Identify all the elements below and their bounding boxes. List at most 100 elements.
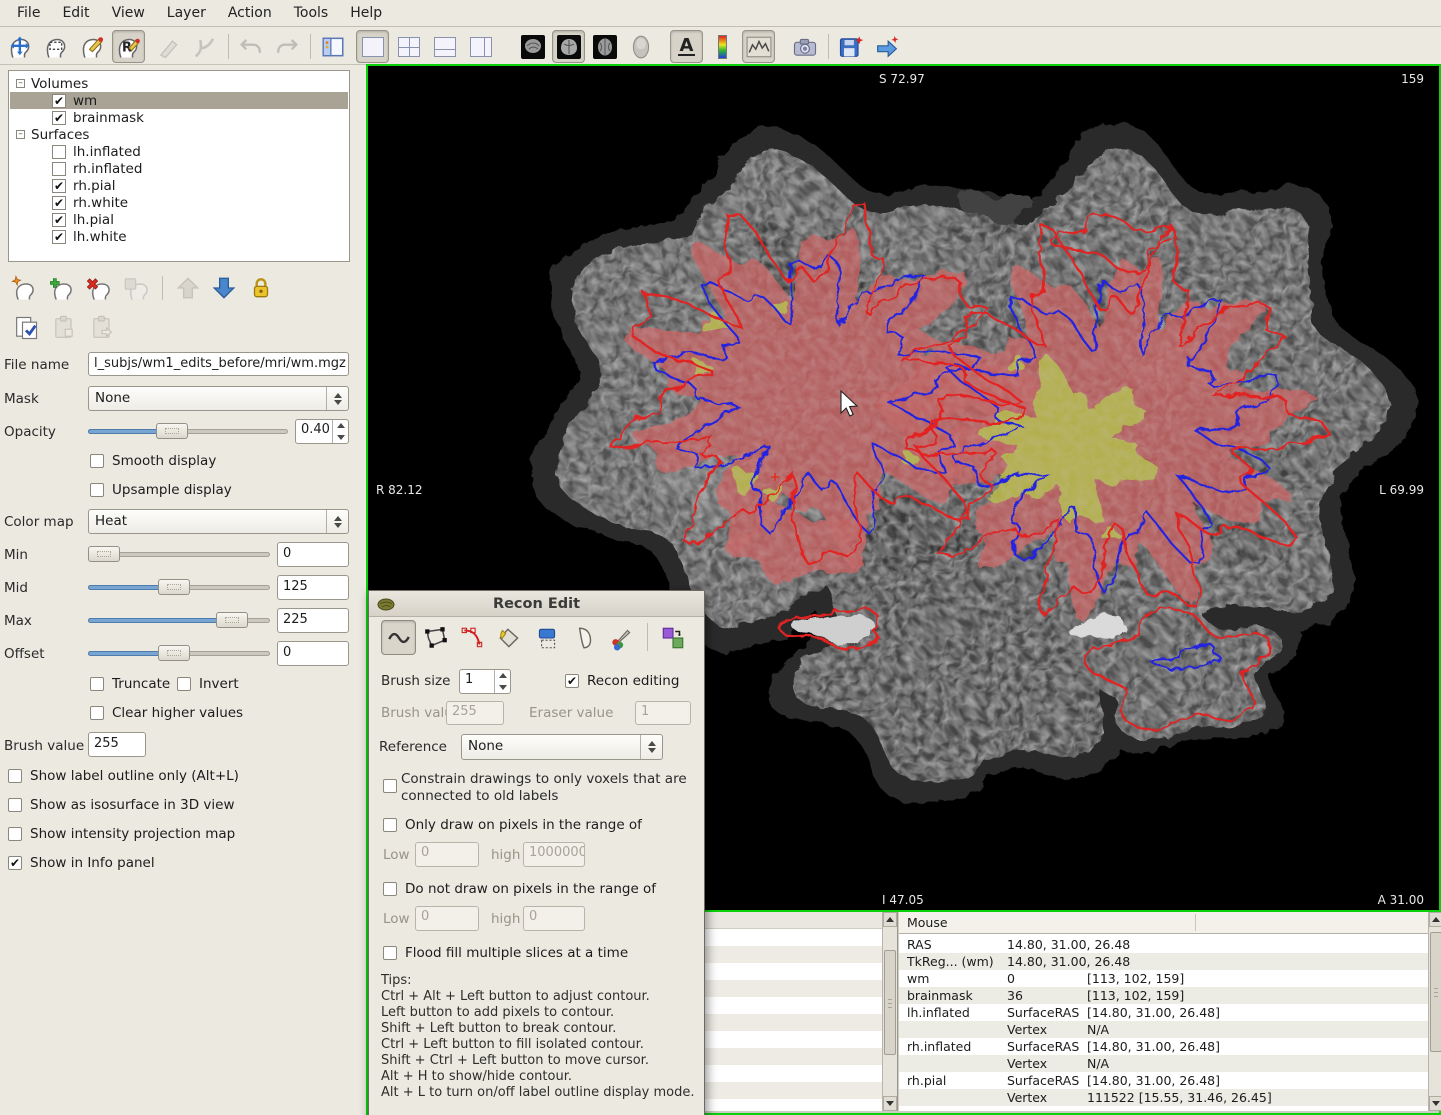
screenshot-button[interactable] — [788, 30, 821, 63]
offset-slider[interactable] — [88, 642, 270, 664]
view-sagittal-button[interactable] — [516, 30, 549, 63]
only-draw-range-checkbox[interactable]: Only draw on pixels in the range of — [383, 817, 642, 833]
info-scrollbar[interactable] — [1428, 912, 1441, 1111]
move-layer-up-button[interactable] — [170, 272, 205, 303]
freehand-contour-tool[interactable] — [381, 620, 416, 655]
scroll-up-icon[interactable] — [1429, 912, 1441, 927]
paste-voxels-alt-button[interactable] — [84, 312, 119, 343]
tool-path-button[interactable] — [188, 30, 221, 63]
checkbox[interactable]: ✔ — [52, 196, 66, 210]
undo-button[interactable] — [234, 30, 267, 63]
flood-fill-checkbox[interactable]: Flood fill multiple slices at a time — [383, 945, 628, 961]
tool-marquee-button[interactable] — [40, 30, 73, 63]
layout-2x2-button[interactable] — [392, 30, 425, 63]
invert-checkbox[interactable]: Invert — [177, 676, 239, 692]
menu-item-help[interactable]: Help — [339, 1, 393, 25]
scroll-down-icon[interactable] — [1429, 1096, 1441, 1111]
checkbox[interactable] — [52, 145, 66, 159]
swap-values-tool[interactable] — [655, 620, 690, 655]
opacity-spinbox[interactable]: 0.40 — [295, 419, 349, 444]
scroll-thumb[interactable] — [1430, 932, 1441, 1052]
lock-layer-button[interactable] — [243, 272, 278, 303]
goto-point-button[interactable] — [870, 30, 903, 63]
expander-icon[interactable]: – — [16, 130, 25, 139]
max-slider[interactable] — [88, 609, 270, 631]
brush-value-input[interactable]: 255 — [88, 732, 146, 757]
checkbox[interactable]: ✔ — [52, 230, 66, 244]
min-input[interactable]: 0 — [277, 542, 349, 567]
menu-item-edit[interactable]: Edit — [51, 1, 100, 25]
min-slider[interactable] — [88, 543, 270, 565]
toggle-sidebar-button[interactable] — [316, 30, 349, 63]
slider-handle[interactable] — [158, 645, 190, 661]
tree-item-rh-inflated[interactable]: rh.inflated — [10, 160, 348, 177]
paste-voxels-button[interactable] — [46, 312, 81, 343]
tree-item-rh-pial[interactable]: ✔ rh.pial — [10, 177, 348, 194]
bezier-tool[interactable] — [455, 620, 490, 655]
reference-select[interactable]: None — [461, 734, 663, 760]
tool-line-button[interactable] — [152, 30, 185, 63]
scroll-thumb[interactable] — [884, 950, 896, 1055]
menu-item-layer[interactable]: Layer — [156, 1, 217, 25]
redo-button[interactable] — [270, 30, 303, 63]
mid-slider[interactable] — [88, 576, 270, 598]
menu-item-action[interactable]: Action — [217, 1, 283, 25]
checkbox[interactable] — [52, 162, 66, 176]
constrain-checkbox[interactable] — [383, 779, 397, 793]
truncate-checkbox[interactable]: Truncate — [90, 676, 170, 692]
eyedropper-tool[interactable] — [603, 620, 638, 655]
colorbar-button[interactable] — [710, 30, 734, 63]
rect-fill-tool[interactable] — [529, 620, 564, 655]
show-projection-checkbox[interactable]: Show intensity projection map — [8, 826, 235, 842]
file-name-input[interactable]: l_subjs/wm1_edits_before/mri/wm.mgz — [88, 352, 349, 376]
view-coronal-button[interactable] — [552, 30, 585, 63]
tree-item-brainmask[interactable]: ✔ brainmask — [10, 109, 348, 126]
smooth-display-checkbox[interactable]: Smooth display — [90, 453, 216, 469]
label-mode-button[interactable]: A — [670, 30, 703, 63]
tree-group-volumes[interactable]: – Volumes — [10, 75, 348, 92]
layout-3x1-button[interactable] — [464, 30, 497, 63]
add-layer-button[interactable] — [44, 272, 79, 303]
show-label-outline-checkbox[interactable]: Show label outline only (Alt+L) — [8, 768, 239, 784]
opacity-slider[interactable] — [88, 420, 288, 442]
menu-item-view[interactable]: View — [101, 1, 156, 25]
mask-select[interactable]: None — [88, 386, 349, 411]
show-isosurface-checkbox[interactable]: Show as isosurface in 3D view — [8, 797, 235, 813]
plot-scrollbar[interactable] — [882, 912, 897, 1111]
tool-navigate-button[interactable] — [4, 30, 37, 63]
slider-handle[interactable] — [88, 546, 120, 562]
tree-item-rh-white[interactable]: ✔ rh.white — [10, 194, 348, 211]
checkbox[interactable]: ✔ — [52, 94, 66, 108]
color-map-select[interactable]: Heat — [88, 509, 349, 534]
polyline-tool[interactable] — [418, 620, 453, 655]
recon-editing-checkbox[interactable]: ✔ Recon editing — [565, 673, 679, 689]
scroll-down-icon[interactable] — [883, 1096, 897, 1111]
mid-input[interactable]: 125 — [277, 575, 349, 600]
max-input[interactable]: 225 — [277, 608, 349, 633]
save-volume-button[interactable] — [834, 30, 867, 63]
slider-handle[interactable] — [158, 579, 190, 595]
offset-input[interactable]: 0 — [277, 641, 349, 666]
fill-bucket-tool[interactable] — [492, 620, 527, 655]
tool-edit-voxels-button[interactable] — [76, 30, 109, 63]
tree-item-wm[interactable]: ✔ wm — [10, 92, 348, 109]
checkbox[interactable]: ✔ — [52, 111, 66, 125]
new-layer-button[interactable] — [6, 272, 41, 303]
slider-handle[interactable] — [156, 423, 188, 439]
layout-single-button[interactable] — [356, 30, 389, 63]
clone-curve-tool[interactable] — [566, 620, 601, 655]
menu-item-file[interactable]: File — [6, 1, 51, 25]
checkbox[interactable]: ✔ — [52, 179, 66, 193]
layout-1x3-button[interactable] — [428, 30, 461, 63]
tree-item-lh-white[interactable]: ✔ lh.white — [10, 228, 348, 245]
upsample-display-checkbox[interactable]: Upsample display — [90, 482, 232, 498]
show-info-panel-checkbox[interactable]: ✔ Show in Info panel — [8, 855, 155, 871]
tree-item-lh-pial[interactable]: ✔ lh.pial — [10, 211, 348, 228]
spin-arrows-icon[interactable] — [494, 670, 510, 693]
select-voxels-button[interactable] — [8, 312, 43, 343]
histogram-button[interactable] — [742, 30, 775, 63]
menu-item-tools[interactable]: Tools — [283, 1, 340, 25]
dialog-title-bar[interactable]: Recon Edit — [369, 591, 704, 617]
delete-layer-button[interactable] — [82, 272, 117, 303]
scroll-up-icon[interactable] — [883, 912, 897, 927]
